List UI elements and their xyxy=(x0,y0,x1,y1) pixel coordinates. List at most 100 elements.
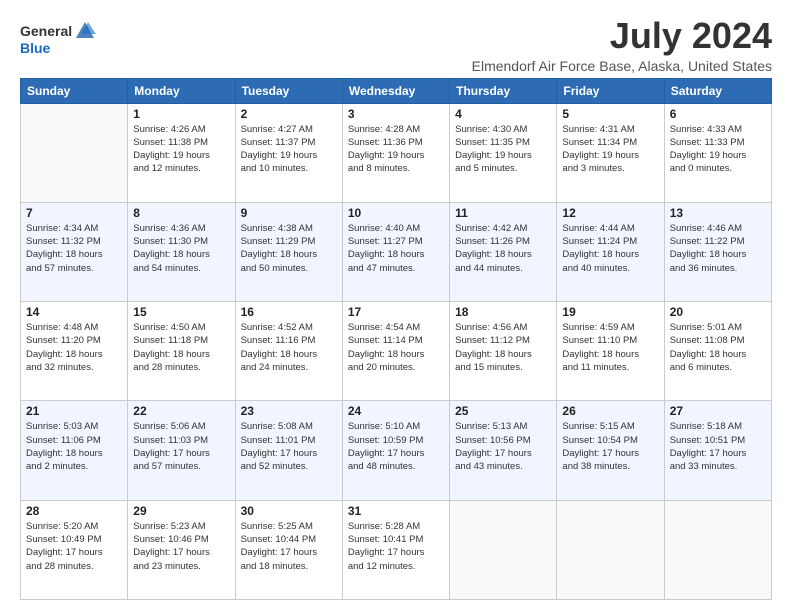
daylight-line2: and 18 minutes. xyxy=(241,561,309,572)
daylight-line1: Daylight: 17 hours xyxy=(562,448,639,459)
daylight-line2: and 12 minutes. xyxy=(348,561,416,572)
daylight-line1: Daylight: 19 hours xyxy=(455,150,532,161)
sunrise-text: Sunrise: 4:30 AM xyxy=(455,124,527,135)
sunrise-text: Sunrise: 5:23 AM xyxy=(133,521,205,532)
day-info: Sunrise: 4:54 AMSunset: 11:14 PMDaylight… xyxy=(348,321,444,374)
daylight-line1: Daylight: 18 hours xyxy=(26,448,103,459)
title-section: July 2024 Elmendorf Air Force Base, Alas… xyxy=(472,16,772,74)
daylight-line2: and 6 minutes. xyxy=(670,362,732,373)
sunrise-text: Sunrise: 4:56 AM xyxy=(455,322,527,333)
daylight-line2: and 57 minutes. xyxy=(133,461,201,472)
sunrise-text: Sunrise: 5:25 AM xyxy=(241,521,313,532)
day-info: Sunrise: 5:23 AMSunset: 10:46 PMDaylight… xyxy=(133,520,229,573)
day-info: Sunrise: 5:13 AM Sunset: 10:56 PM Daylight… xyxy=(455,420,551,473)
daylight-line2: and 10 minutes. xyxy=(241,163,309,174)
daylight-line1: Daylight: 19 hours xyxy=(241,150,318,161)
day-number: 31 xyxy=(348,504,444,518)
daylight-line2: and 28 minutes. xyxy=(26,561,94,572)
sunrise-text: Sunrise: 5:15 AM xyxy=(562,421,634,432)
day-info: Sunrise: 4:28 AMSunset: 11:36 PMDaylight… xyxy=(348,123,444,176)
sunrise-text: Sunrise: 5:06 AM xyxy=(133,421,205,432)
table-row: 15Sunrise: 4:50 AMSunset: 11:18 PMDaylig… xyxy=(128,302,235,401)
sunset-text: Sunset: 11:34 PM xyxy=(562,137,637,148)
header: General Blue July 2024 Elmendorf Air For… xyxy=(20,16,772,74)
col-tuesday: Tuesday xyxy=(235,78,342,103)
month-title: July 2024 xyxy=(472,16,772,56)
table-row: 18Sunrise: 4:56 AMSunset: 11:12 PMDaylig… xyxy=(450,302,557,401)
daylight-line1: Daylight: 18 hours xyxy=(670,349,747,360)
day-number: 18 xyxy=(455,305,551,319)
daylight-line2: and 33 minutes. xyxy=(670,461,738,472)
day-info: Sunrise: 4:38 AMSunset: 11:29 PMDaylight… xyxy=(241,222,337,275)
calendar-row: 28Sunrise: 5:20 AMSunset: 10:49 PMDaylig… xyxy=(21,500,772,599)
table-row: 13Sunrise: 4:46 AMSunset: 11:22 PMDaylig… xyxy=(664,202,771,301)
sunrise-text: Sunrise: 4:36 AM xyxy=(133,223,205,234)
sunset-text: Sunset: 10:56 PM xyxy=(455,435,531,446)
daylight-line2: and 23 minutes. xyxy=(133,561,201,572)
sunset-text: Sunset: 11:38 PM xyxy=(133,137,208,148)
day-number: 2 xyxy=(241,107,337,121)
table-row: 6Sunrise: 4:33 AMSunset: 11:33 PMDayligh… xyxy=(664,103,771,202)
daylight-line2: and 8 minutes. xyxy=(348,163,410,174)
table-row: 1Sunrise: 4:26 AMSunset: 11:38 PMDayligh… xyxy=(128,103,235,202)
sunrise-text: Sunrise: 5:08 AM xyxy=(241,421,313,432)
day-number: 1 xyxy=(133,107,229,121)
table-row: 16 Sunrise: 4:52 AM Sunset: 11:16 PM Daylig… xyxy=(235,302,342,401)
table-row: 10Sunrise: 4:40 AMSunset: 11:27 PMDaylig… xyxy=(342,202,449,301)
sunset-text: Sunset: 10:54 PM xyxy=(562,435,638,446)
day-number: 16 xyxy=(241,305,337,319)
daylight-line2: and 44 minutes. xyxy=(455,263,523,274)
table-row: 23Sunrise: 5:08 AMSunset: 11:01 PMDaylig… xyxy=(235,401,342,500)
sunset-text: Sunset: 11:03 PM xyxy=(133,435,208,446)
sunset-text: Sunset: 11:12 PM xyxy=(455,335,530,346)
page: General Blue July 2024 Elmendorf Air For… xyxy=(0,0,792,612)
table-row: 19Sunrise: 4:59 AMSunset: 11:10 PMDaylig… xyxy=(557,302,664,401)
daylight-line1: Daylight: 17 hours xyxy=(241,448,318,459)
table-row: 9Sunrise: 4:38 AMSunset: 11:29 PMDayligh… xyxy=(235,202,342,301)
day-number: 7 xyxy=(26,206,122,220)
sunrise-text: Sunrise: 4:59 AM xyxy=(562,322,634,333)
sunrise-text: Sunrise: 4:48 AM xyxy=(26,322,98,333)
col-wednesday: Wednesday xyxy=(342,78,449,103)
sunset-text: Sunset: 10:41 PM xyxy=(348,534,424,545)
daylight-line2: and 11 minutes. xyxy=(562,362,629,373)
daylight-line1: Daylight: 18 hours xyxy=(562,349,639,360)
day-info: Sunrise: 5:25 AMSunset: 10:44 PMDaylight… xyxy=(241,520,337,573)
sunrise-text: Sunrise: 5:28 AM xyxy=(348,521,420,532)
daylight-line1: Daylight: 18 hours xyxy=(241,249,318,260)
col-thursday: Thursday xyxy=(450,78,557,103)
day-info: Sunrise: 5:03 AMSunset: 11:06 PMDaylight… xyxy=(26,420,122,473)
sunrise-text: Sunrise: 4:31 AM xyxy=(562,124,634,135)
daylight-line1: Daylight: 19 hours xyxy=(670,150,747,161)
sunset-text: Sunset: 11:01 PM xyxy=(241,435,316,446)
sunset-text: Sunset: 10:59 PM xyxy=(348,435,424,446)
daylight-line2: and 24 minutes. xyxy=(241,362,309,373)
table-row: 14Sunrise: 4:48 AMSunset: 11:20 PMDaylig… xyxy=(21,302,128,401)
sunrise-text: Sunrise: 4:52 AM xyxy=(241,322,313,333)
sunset-text: Sunset: 11:08 PM xyxy=(670,335,745,346)
day-number: 27 xyxy=(670,404,766,418)
day-number: 13 xyxy=(670,206,766,220)
table-row: 17Sunrise: 4:54 AMSunset: 11:14 PMDaylig… xyxy=(342,302,449,401)
table-row: 4Sunrise: 4:30 AMSunset: 11:35 PMDayligh… xyxy=(450,103,557,202)
daylight-line2: and 2 minutes. xyxy=(26,461,88,472)
daylight-line1: Daylight: 17 hours xyxy=(455,448,532,459)
day-info: Sunrise: 4:36 AMSunset: 11:30 PMDaylight… xyxy=(133,222,229,275)
day-info: Sunrise: 4:40 AMSunset: 11:27 PMDaylight… xyxy=(348,222,444,275)
sunrise-text: Sunrise: 4:26 AM xyxy=(133,124,205,135)
sunset-text: Sunset: 11:22 PM xyxy=(670,236,745,247)
daylight-line1: Daylight: 18 hours xyxy=(133,349,210,360)
day-number: 5 xyxy=(562,107,658,121)
sunset-text: Sunset: 11:16 PM xyxy=(241,335,316,346)
daylight-line1: Daylight: 17 hours xyxy=(133,448,210,459)
sunrise-text: Sunrise: 4:27 AM xyxy=(241,124,313,135)
day-info: Sunrise: 5:18 AMSunset: 10:51 PMDaylight… xyxy=(670,420,766,473)
table-row xyxy=(664,500,771,599)
daylight-line1: Daylight: 18 hours xyxy=(241,349,318,360)
sunset-text: Sunset: 11:37 PM xyxy=(241,137,316,148)
sunrise-text: Sunrise: 4:38 AM xyxy=(241,223,313,234)
day-info: Sunrise: 4:48 AMSunset: 11:20 PMDaylight… xyxy=(26,321,122,374)
sunrise-text: Sunrise: 5:13 AM xyxy=(455,421,527,432)
sunrise-text: Sunrise: 4:34 AM xyxy=(26,223,98,234)
daylight-line1: Daylight: 18 hours xyxy=(26,349,103,360)
